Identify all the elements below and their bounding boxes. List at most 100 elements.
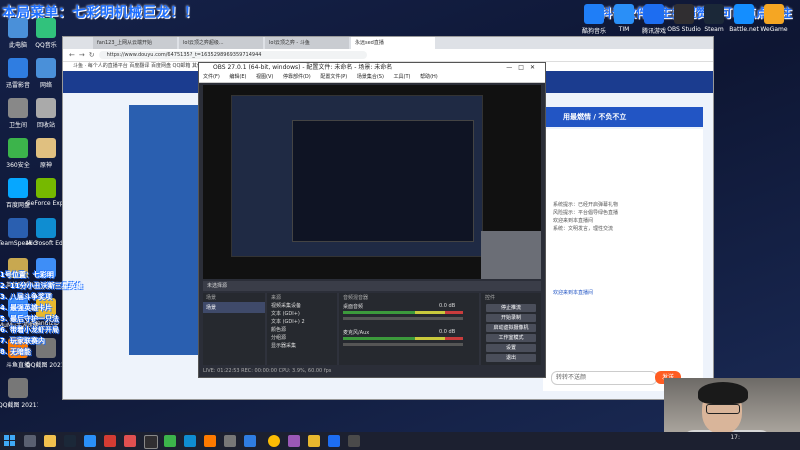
danmu-input[interactable]: 转转不送颜 xyxy=(551,371,657,385)
obs-taskbar-icon[interactable] xyxy=(144,435,158,449)
desktop-shortcut-label: GeForce Experience xyxy=(26,200,66,207)
side-message: 2. 11分小丑沃斯三星英雄 xyxy=(0,282,83,290)
desktop-shortcut-label: 回收站 xyxy=(36,122,55,129)
studio-mode-button[interactable]: 工作室模式 xyxy=(486,334,536,342)
preview-label: 未选择源 xyxy=(207,283,228,289)
chat-lines: 系统提示：已经开启弹幕礼物 风险提示：平台倡导绿色直播 欢迎来到本直播间 系统：… xyxy=(553,201,693,233)
person-hair xyxy=(698,382,748,404)
taskbar-clock[interactable]: 17: xyxy=(730,434,740,441)
menu-view[interactable]: 视图(V) xyxy=(256,74,273,80)
desktop-shortcut[interactable]: 回收站 xyxy=(26,98,66,129)
mixer-channel-level: 0.0 dB xyxy=(439,329,456,335)
window-controls[interactable]: —□✕ xyxy=(506,63,541,73)
chat-line: 系统：文明发言，理性交流 xyxy=(553,226,614,232)
stop-streaming-button[interactable]: 停止推流 xyxy=(486,304,536,312)
app-icon[interactable] xyxy=(348,435,360,447)
app-shortcut-icon xyxy=(644,4,664,24)
back-icon[interactable]: ← xyxy=(69,51,75,59)
desktop-shortcut[interactable]: 原神 xyxy=(26,138,66,169)
app-shortcut-icon xyxy=(8,18,28,38)
app-icon[interactable] xyxy=(288,435,300,447)
chat-line: 风险提示：平台倡导绿色直播 xyxy=(553,210,619,216)
app-icon[interactable] xyxy=(224,435,236,447)
scene-item[interactable]: 场景 xyxy=(203,302,265,313)
steam-icon[interactable] xyxy=(64,435,76,447)
desktop-shortcut-label: WeGame xyxy=(760,26,788,33)
app-shortcut-icon xyxy=(8,378,28,398)
menu-profile[interactable]: 配置文件(P) xyxy=(320,74,347,80)
app-shortcut-icon xyxy=(36,138,56,158)
app-shortcut-icon xyxy=(584,4,604,24)
app-shortcut-icon xyxy=(36,218,56,238)
app-shortcut-icon xyxy=(764,4,784,24)
chat-panel: 欢迎来到本直播间 xyxy=(543,129,703,391)
app-icon[interactable] xyxy=(244,435,256,447)
reload-icon[interactable]: ↻ xyxy=(89,51,95,59)
browser-tab-1[interactable]: fan123_上网从云端开始 xyxy=(93,37,177,49)
volume-slider[interactable] xyxy=(343,317,463,320)
volume-slider[interactable] xyxy=(343,343,463,346)
app-icon[interactable] xyxy=(164,435,176,447)
desktop-shortcut[interactable]: GeForce Experience xyxy=(26,178,66,207)
controls-dock-title: 控件 xyxy=(485,295,496,301)
menu-edit[interactable]: 编辑(E) xyxy=(229,74,246,80)
menu-file[interactable]: 文件(F) xyxy=(203,74,220,80)
obs-preview[interactable] xyxy=(203,85,541,279)
start-recording-button[interactable]: 开始录制 xyxy=(486,314,536,322)
sources-dock-title: 来源 xyxy=(271,295,282,301)
source-item[interactable]: 文本 (GDI+) xyxy=(267,310,337,318)
app-icon[interactable] xyxy=(328,435,340,447)
url-input[interactable]: https://www.douyu.com/6475135?_t=1635298… xyxy=(98,51,367,59)
app-icon[interactable] xyxy=(204,435,216,447)
app-shortcut-icon xyxy=(36,178,56,198)
source-item[interactable]: 文本 (GDI+) 2 xyxy=(267,318,337,326)
search-icon[interactable] xyxy=(24,435,36,447)
netease-music-icon[interactable] xyxy=(104,435,116,447)
mixer-channel-name: 麦克风/Aux xyxy=(343,330,370,336)
mixer-channel-name: 桌面音频 xyxy=(343,304,364,310)
exit-button[interactable]: 退出 xyxy=(486,354,536,362)
app-shortcut-icon xyxy=(8,58,28,78)
streamer-camera-source xyxy=(481,231,541,279)
desktop-shortcut[interactable]: QQ截图 2021102... xyxy=(0,378,38,409)
banner-text: 用最燃情 / 不负不立 xyxy=(563,113,627,121)
obs-window: OBS 27.0.1 (64-bit, windows) - 配置文件: 未命名… xyxy=(198,62,546,378)
desktop-shortcut[interactable]: 网络 xyxy=(26,58,66,89)
browser-tab-2[interactable]: lol云顶之弈超级... xyxy=(179,37,263,49)
app-shortcut-icon xyxy=(36,58,56,78)
source-item[interactable]: 颜色源 xyxy=(267,326,337,334)
desktop-shortcut-label: 原神 xyxy=(39,162,52,169)
file-explorer-icon[interactable] xyxy=(44,435,56,447)
app-icon[interactable] xyxy=(308,435,320,447)
source-item[interactable]: 显示器采集 xyxy=(267,342,337,350)
dock-headers: 未选择源 场景 xyxy=(203,281,541,291)
edge-icon[interactable] xyxy=(184,435,196,447)
app-shortcut-icon xyxy=(614,4,634,24)
browser-tab-3[interactable]: lol云顶之弈 - 斗鱼 xyxy=(265,37,349,49)
settings-button[interactable]: 设置 xyxy=(486,344,536,352)
virtual-camera-button[interactable]: 启动虚拟摄像机 xyxy=(486,324,536,332)
forward-icon[interactable]: → xyxy=(79,51,85,59)
source-item[interactable]: 视频采集设备 xyxy=(267,302,337,310)
app-shortcut-icon xyxy=(36,18,56,38)
desktop-shortcut-label: QQ截图 2021102... xyxy=(0,402,38,409)
menu-help[interactable]: 帮助(H) xyxy=(420,74,438,80)
chrome-icon[interactable] xyxy=(268,435,280,447)
welcome-text: 欢迎来到本直播间 xyxy=(553,290,594,296)
person-glasses xyxy=(706,404,740,414)
side-message: 3. 八届斗争奖项 xyxy=(0,293,52,301)
browser-tab-4[interactable]: 永远sed直播 xyxy=(351,37,435,49)
desktop-shortcut[interactable]: WeGame xyxy=(754,4,794,33)
menu-docks[interactable]: 停靠部件(D) xyxy=(283,74,311,80)
desktop-shortcut[interactable]: QQ音乐 xyxy=(26,18,66,49)
app-shortcut-icon xyxy=(8,218,28,238)
obs-menubar: 文件(F) 编辑(E) 视图(V) 停靠部件(D) 配置文件(P) 场景集合(S… xyxy=(199,73,545,83)
source-item[interactable]: 分组源 xyxy=(267,334,337,342)
windows-start-icon[interactable] xyxy=(4,435,16,447)
app-icon[interactable] xyxy=(124,435,136,447)
menu-scene-collection[interactable]: 场景集合(S) xyxy=(357,74,384,80)
qq-icon[interactable] xyxy=(84,435,96,447)
desktop-shortcut[interactable]: Microsoft Edge xyxy=(26,218,66,247)
menu-tools[interactable]: 工具(T) xyxy=(394,74,411,80)
side-message: 1号位置：七彩明 xyxy=(0,271,54,279)
